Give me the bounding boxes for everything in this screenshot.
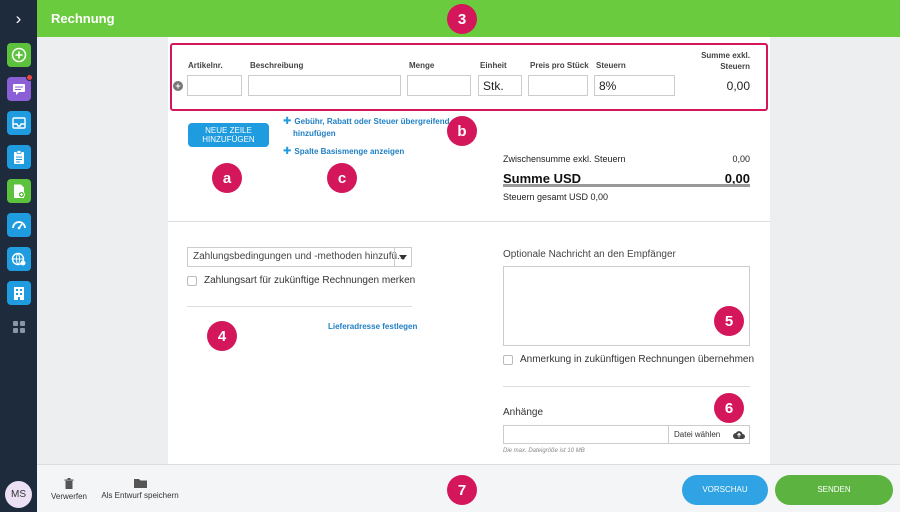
chat-icon[interactable] <box>7 74 33 101</box>
annotation-badge-5: 5 <box>714 306 744 336</box>
file-size-hint: Die max. Dateigröße ist 10 MB <box>503 448 585 454</box>
message-label: Optionale Nachricht an den Empfänger <box>503 249 676 260</box>
inbox-icon[interactable] <box>7 111 31 135</box>
building-icon[interactable] <box>7 281 31 305</box>
remember-note-checkbox[interactable] <box>503 355 513 365</box>
row-sum-value: 0,00 <box>726 79 750 93</box>
folder-icon <box>133 479 147 488</box>
apps-grid-icon[interactable] <box>7 315 31 339</box>
page-title: Rechnung <box>51 11 115 26</box>
total-divider <box>503 184 750 187</box>
globe-settings-icon[interactable] <box>7 247 31 271</box>
col-header-description: Beschreibung <box>250 61 304 70</box>
annotation-badge-b: b <box>447 116 477 146</box>
message-textarea[interactable] <box>503 266 750 346</box>
quantity-input[interactable] <box>407 75 471 96</box>
unit-input[interactable]: Stk. <box>478 75 522 96</box>
remember-payment-checkbox[interactable] <box>187 276 197 286</box>
col-header-item-no: Artikelnr. <box>188 61 223 70</box>
choose-file-button[interactable]: Datei wählen <box>668 425 750 444</box>
discard-button[interactable]: Verwerfen <box>50 478 88 501</box>
remember-payment-label: Zahlungsart für zukünftige Rechnungen me… <box>204 275 416 286</box>
chevron-down-icon <box>394 248 411 266</box>
sidebar: › MS <box>0 0 37 512</box>
annotation-badge-7: 7 <box>447 475 477 505</box>
payment-terms-select[interactable]: Zahlungsbedingungen und -methoden hinzuf… <box>187 247 412 267</box>
chevron-right-icon[interactable]: › <box>0 0 37 37</box>
add-fee-discount-tax-link[interactable]: ✚ Gebühr, Rabatt oder Steuer übergreifend… <box>283 116 450 140</box>
notification-dot <box>26 74 33 81</box>
add-row-icon[interactable]: + <box>173 81 183 91</box>
plus-icon: ✚ <box>283 116 292 127</box>
file-input[interactable] <box>503 425 669 444</box>
payment-divider <box>187 306 412 307</box>
unit-price-input[interactable] <box>528 75 588 96</box>
tax-total-label: Steuern gesamt USD 0,00 <box>503 192 609 202</box>
col-header-quantity: Menge <box>409 61 435 70</box>
subtotal-label: Zwischensumme exkl. Steuern <box>503 154 626 164</box>
cloud-upload-icon <box>733 431 745 439</box>
description-input[interactable] <box>248 75 401 96</box>
annotation-badge-c: c <box>327 163 357 193</box>
annotation-badge-a: a <box>212 163 242 193</box>
annotation-badge-3: 3 <box>447 4 477 34</box>
plus-icon: ✚ <box>283 146 292 157</box>
col-header-unit: Einheit <box>480 61 507 70</box>
dashboard-icon[interactable] <box>7 213 31 237</box>
show-base-quantity-link[interactable]: ✚ Spalte Basismenge anzeigen <box>283 146 404 158</box>
col-header-unit-price: Preis pro Stück <box>530 61 589 70</box>
annotation-badge-6: 6 <box>714 393 744 423</box>
attachments-label: Anhänge <box>503 407 544 418</box>
col-header-sum: Summe exkl. Steuern <box>701 51 750 71</box>
add-document-icon[interactable] <box>7 179 31 203</box>
set-shipping-address-link[interactable]: Lieferadresse festlegen <box>328 321 417 333</box>
avatar[interactable]: MS <box>5 481 32 508</box>
add-icon[interactable] <box>7 43 31 67</box>
preview-button[interactable]: VORSCHAU <box>682 475 768 505</box>
trash-icon <box>64 478 74 489</box>
save-draft-button[interactable]: Als Entwurf speichern <box>100 478 180 500</box>
col-header-tax: Steuern <box>596 61 626 70</box>
remember-note-label: Anmerkung in zukünftigen Rechnungen über… <box>520 354 755 365</box>
send-button[interactable]: SENDEN <box>775 475 893 505</box>
subtotal-value: 0,00 <box>732 154 750 164</box>
tax-input[interactable]: 8% <box>594 75 675 96</box>
annotation-badge-4: 4 <box>207 321 237 351</box>
message-divider <box>503 386 750 387</box>
add-row-button[interactable]: NEUE ZEILE HINZUFÜGEN <box>188 123 269 147</box>
clipboard-icon[interactable] <box>7 145 31 169</box>
item-no-input[interactable] <box>187 75 242 96</box>
section-divider <box>168 221 770 222</box>
